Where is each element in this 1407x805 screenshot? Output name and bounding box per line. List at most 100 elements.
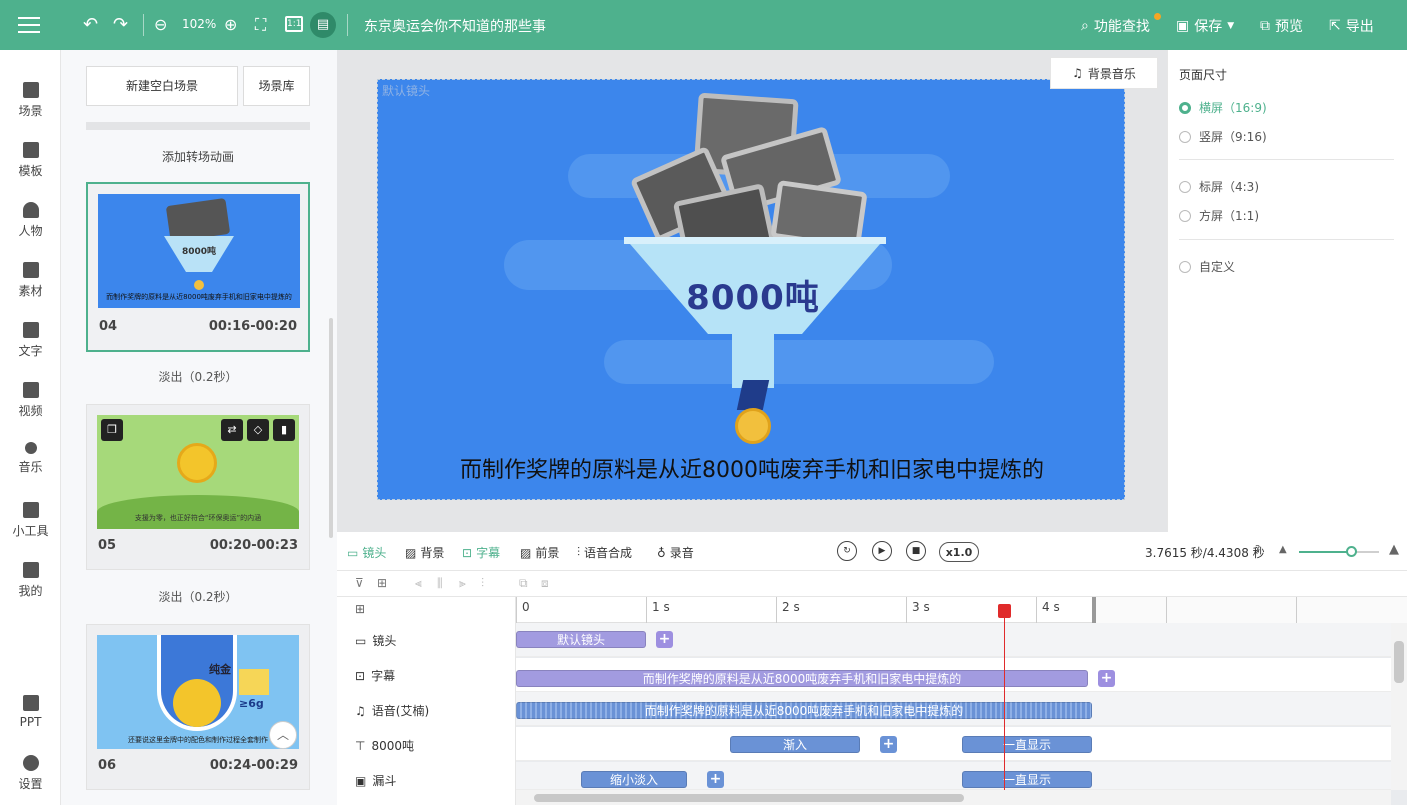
track-text-8000[interactable]: ⊤ 8000吨 bbox=[355, 737, 414, 754]
playhead-handle[interactable] bbox=[998, 604, 1011, 618]
nav-material[interactable]: 素材 bbox=[0, 262, 61, 299]
timeline-v-scrollbar[interactable] bbox=[1391, 623, 1407, 790]
nav-settings[interactable]: 设置 bbox=[0, 755, 61, 792]
ruler-label: 4 s bbox=[1042, 600, 1060, 614]
unstack-icon[interactable]: ⧈ bbox=[541, 576, 549, 591]
ruler-tick bbox=[776, 597, 777, 623]
option-portrait-9-16[interactable]: 竖屏（9:16) bbox=[1179, 128, 1267, 145]
swap-icon[interactable]: ⇄ bbox=[221, 419, 243, 441]
distribute-icon[interactable]: ⫶ bbox=[481, 576, 484, 591]
clip-default-camera[interactable]: 默认镜头 bbox=[516, 631, 646, 648]
clip-voice-waveform[interactable]: 而制作奖牌的原料是从近8000吨废弃手机和旧家电中提炼的 bbox=[516, 702, 1092, 719]
stack-icon[interactable]: ⧉ bbox=[519, 576, 528, 591]
add-transition-link[interactable]: 添加转场动画 bbox=[86, 148, 310, 165]
group-icon[interactable]: ⊞ bbox=[377, 576, 387, 590]
scene-card-06[interactable]: 纯金 ≥6g 还要说这里金牌中的配色和制作过程全套制作 ︿ 06 00:24-0… bbox=[86, 624, 310, 790]
menu-icon[interactable] bbox=[18, 15, 40, 35]
nav-template[interactable]: 模板 bbox=[0, 142, 61, 179]
timeline-h-scrollbar[interactable] bbox=[516, 790, 1391, 805]
speed-button[interactable]: x1.0 bbox=[939, 542, 979, 562]
transition-label[interactable]: 淡出（0.2秒） bbox=[86, 588, 310, 605]
v-scroll-thumb[interactable] bbox=[1394, 641, 1404, 683]
track-settings-icon[interactable]: ⊞ bbox=[355, 602, 365, 616]
zoom-in-icon[interactable]: ⊕ bbox=[224, 14, 237, 36]
nav-toolbox[interactable]: 小工具 bbox=[0, 502, 61, 539]
stage-big-text[interactable]: 8000吨 bbox=[628, 270, 878, 319]
track-voice[interactable]: ♫ 语音(艾楠) bbox=[355, 702, 429, 719]
image-icon: ▣ bbox=[355, 773, 367, 788]
nav-ppt[interactable]: PPT bbox=[0, 695, 61, 729]
tab-tts[interactable]: ⫶ 语音合成 bbox=[577, 544, 632, 561]
tab-camera[interactable]: ▭ 镜头 bbox=[347, 544, 386, 561]
add-clip-icon[interactable]: + bbox=[656, 631, 673, 648]
divider bbox=[1179, 239, 1394, 240]
option-custom[interactable]: 自定义 bbox=[1179, 258, 1235, 275]
stage-canvas[interactable]: 默认镜头 8000吨 而制作奖牌的原料是从近8000吨废弃手机和旧家电中提炼的 bbox=[377, 79, 1125, 500]
zoom-large-icon[interactable]: ▲ bbox=[1389, 542, 1399, 557]
tab-subtitle[interactable]: ⊡ 字幕 bbox=[462, 544, 500, 561]
align-center-icon[interactable]: ⫼ bbox=[437, 576, 443, 591]
clip-subtitle[interactable]: 而制作奖牌的原料是从近8000吨废弃手机和旧家电中提炼的 bbox=[516, 670, 1088, 687]
option-square-1-1[interactable]: 方屏（1:1) bbox=[1179, 207, 1259, 224]
clapperboard-icon[interactable]: ▤ bbox=[310, 12, 336, 38]
align-left-icon[interactable]: ⫷ bbox=[415, 576, 422, 591]
nav-scene[interactable]: 场景 bbox=[0, 82, 61, 119]
help-icon[interactable]: ? bbox=[1255, 544, 1260, 555]
clip-fade-in[interactable]: 渐入 bbox=[730, 736, 860, 753]
track-camera[interactable]: ▭ 镜头 bbox=[355, 632, 396, 649]
project-title[interactable]: 东京奥运会你不知道的那些事 bbox=[364, 16, 546, 36]
actual-size-icon[interactable]: 1:1 bbox=[285, 16, 303, 32]
add-clip-icon[interactable]: + bbox=[707, 771, 724, 788]
scene-card-04[interactable]: 8000吨 而制作奖牌的原料是从近8000吨废弃手机和旧家电中提炼的 04 00… bbox=[86, 182, 310, 352]
preview-button[interactable]: ⧉ 预览 bbox=[1260, 16, 1303, 36]
nav-mine[interactable]: 我的 bbox=[0, 562, 61, 599]
feature-search-button[interactable]: ⌕ 功能查找 bbox=[1081, 16, 1150, 36]
add-clip-icon[interactable]: + bbox=[880, 736, 897, 753]
scene-card-05[interactable]: 支援为零，也正好符合“环保奥运”的内涵 ❐ ⇄ ◇ ▮ 05 00:20-00:… bbox=[86, 404, 310, 570]
delete-icon[interactable]: ▮ bbox=[273, 419, 295, 441]
tab-background[interactable]: ▨ 背景 bbox=[405, 544, 444, 561]
redo-icon[interactable]: ↷ bbox=[113, 14, 128, 36]
clip-always-show[interactable]: 一直显示 bbox=[962, 771, 1092, 788]
nav-person[interactable]: 人物 bbox=[0, 202, 61, 239]
export-button[interactable]: ⇱ 导出 bbox=[1329, 16, 1374, 36]
medal-image bbox=[194, 280, 204, 290]
eraser-icon[interactable]: ◇ bbox=[247, 419, 269, 441]
save-button[interactable]: ▣ 保存 ▼ bbox=[1176, 16, 1234, 36]
new-blank-scene-button[interactable]: 新建空白场景 bbox=[86, 66, 238, 106]
zoom-out-icon[interactable]: ⊖ bbox=[154, 14, 167, 36]
track-row: 渐入 + 一直显示 bbox=[516, 727, 1391, 761]
filter-icon[interactable]: ⊽ bbox=[355, 576, 364, 590]
track-funnel[interactable]: ▣ 漏斗 bbox=[355, 772, 396, 789]
nav-video[interactable]: 视频 bbox=[0, 382, 61, 419]
play-icon[interactable]: ▶ bbox=[872, 541, 892, 561]
background-music-button[interactable]: ♫ 背景音乐 bbox=[1050, 57, 1158, 89]
stage-subtitle[interactable]: 而制作奖牌的原料是从近8000吨废弃手机和旧家电中提炼的 bbox=[378, 452, 1124, 484]
tab-foreground[interactable]: ▨ 前景 bbox=[520, 544, 559, 561]
clip-always-show[interactable]: 一直显示 bbox=[962, 736, 1092, 753]
scene-library-button[interactable]: 场景库 bbox=[243, 66, 310, 106]
scenes-scrollbar[interactable] bbox=[329, 318, 333, 538]
track-subtitle[interactable]: ⊡ 字幕 bbox=[355, 667, 395, 684]
zoom-small-icon[interactable]: ▲ bbox=[1279, 544, 1287, 555]
time-ruler[interactable]: 0 1 s 2 s 3 s 4 s bbox=[516, 597, 1407, 623]
stop-icon[interactable]: ■ bbox=[906, 541, 926, 561]
nav-music[interactable]: 音乐 bbox=[0, 442, 61, 475]
radio-icon bbox=[1179, 209, 1191, 222]
zoom-slider-handle[interactable] bbox=[1346, 546, 1357, 557]
fullscreen-icon[interactable]: ⛶ bbox=[255, 14, 266, 36]
h-scroll-thumb[interactable] bbox=[534, 794, 964, 802]
playhead[interactable] bbox=[1004, 604, 1005, 790]
copy-icon[interactable]: ❐ bbox=[101, 419, 123, 441]
add-clip-icon[interactable]: + bbox=[1098, 670, 1115, 687]
clip-shrink-fade-in[interactable]: 缩小淡入 bbox=[581, 771, 687, 788]
transition-label[interactable]: 淡出（0.2秒） bbox=[86, 368, 310, 385]
replay-icon[interactable]: ↻ bbox=[837, 541, 857, 561]
option-standard-4-3[interactable]: 标屏（4:3) bbox=[1179, 178, 1259, 195]
align-right-icon[interactable]: ⫸ bbox=[459, 576, 466, 591]
option-landscape-16-9[interactable]: 横屏（16:9) bbox=[1179, 99, 1267, 116]
scroll-top-icon[interactable]: ︿ bbox=[269, 721, 297, 749]
undo-icon[interactable]: ↶ bbox=[83, 14, 98, 36]
nav-text[interactable]: 文字 bbox=[0, 322, 61, 359]
tab-record[interactable]: ♁ 录音 bbox=[657, 544, 694, 561]
